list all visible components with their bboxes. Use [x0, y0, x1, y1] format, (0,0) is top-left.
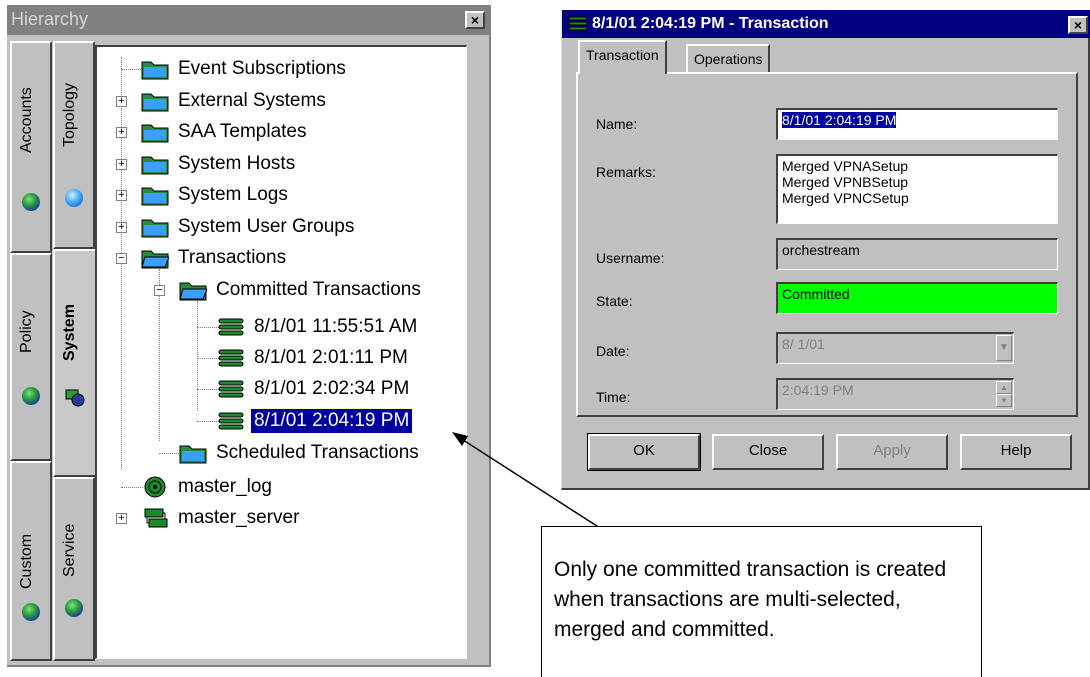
callout-box: Only one committed transaction is create… [541, 526, 982, 677]
callout-text: Only one committed transaction is create… [554, 558, 947, 641]
tab-transaction[interactable]: Transaction [578, 40, 667, 74]
